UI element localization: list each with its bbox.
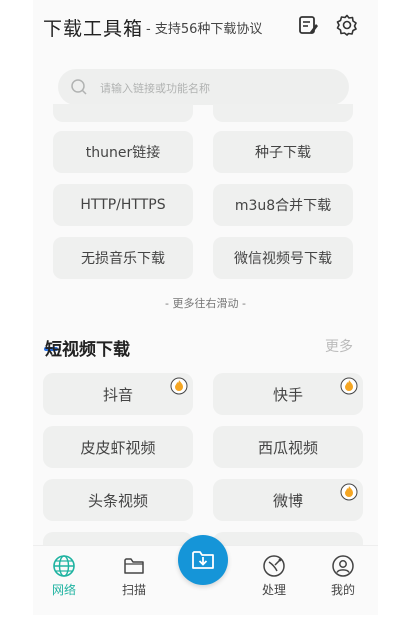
chip-torrent-download[interactable]: 种子下载 (213, 131, 353, 173)
header: 下载工具箱 - 支持56种下载协议 (33, 0, 378, 55)
globe-icon (53, 555, 75, 577)
video-chip-label: 微博 (272, 491, 303, 510)
chip-wechat-video[interactable]: 微信视频号下载 (213, 237, 353, 279)
chip-lossless-music[interactable]: 无损音乐下载 (53, 237, 193, 279)
chip-http-https[interactable]: HTTP/HTTPS (53, 184, 193, 226)
search-icon (71, 79, 87, 95)
video-chip-label: 西瓜视频 (257, 438, 318, 457)
notes-icon[interactable] (297, 14, 319, 36)
user-icon (332, 555, 354, 577)
partial-chip (53, 104, 193, 122)
search-bar[interactable]: 请输入链接或功能名称 (58, 69, 349, 105)
video-chip-label: 抖音 (102, 385, 133, 404)
more-link[interactable]: 更多 (325, 336, 353, 356)
fire-hot-icon (170, 377, 188, 395)
nav-item-process[interactable]: 处理 (249, 554, 299, 598)
video-chip-label: 头条视频 (87, 491, 148, 510)
fire-hot-icon (340, 377, 358, 395)
chip-m3u8-merge[interactable]: m3u8合并下载 (213, 184, 353, 226)
nav-item-network[interactable]: 网络 (39, 554, 89, 598)
video-chip-pipixia[interactable]: 皮皮虾视频 (43, 426, 193, 468)
page-subtitle: - 支持56种下载协议 (146, 22, 263, 37)
nav-label: 处理 (261, 583, 286, 597)
video-chip-label: 快手 (272, 385, 303, 404)
page-title: 下载工具箱 (43, 18, 144, 40)
folder-icon (124, 558, 144, 574)
chip-thunder-link[interactable]: thuner链接 (53, 131, 193, 173)
download-button[interactable] (178, 535, 228, 585)
video-chip-label: 皮皮虾视频 (80, 438, 156, 457)
app-window: 下载工具箱 - 支持56种下载协议 请输入链接或功能名称 thuner链接 种子… (33, 0, 378, 615)
nav-label: 我的 (330, 583, 355, 597)
scroll-hint: - 更多往右滑动 - (165, 297, 246, 310)
video-chip-xigua[interactable]: 西瓜视频 (213, 426, 363, 468)
fire-hot-icon (340, 483, 358, 501)
section-title: 短视频下载 (45, 340, 130, 360)
nav-item-mine[interactable]: 我的 (318, 554, 368, 598)
nav-item-scan[interactable]: 扫描 (109, 554, 159, 598)
nav-label: 网络 (51, 583, 76, 597)
search-input[interactable]: 请输入链接或功能名称 (100, 80, 210, 96)
settings-gear-icon[interactable] (336, 14, 358, 36)
partial-chip (213, 104, 353, 122)
download-folder-icon (192, 551, 214, 569)
video-chip-toutiao[interactable]: 头条视频 (43, 479, 193, 521)
nav-label: 扫描 (121, 583, 146, 597)
satellite-icon (263, 555, 285, 577)
